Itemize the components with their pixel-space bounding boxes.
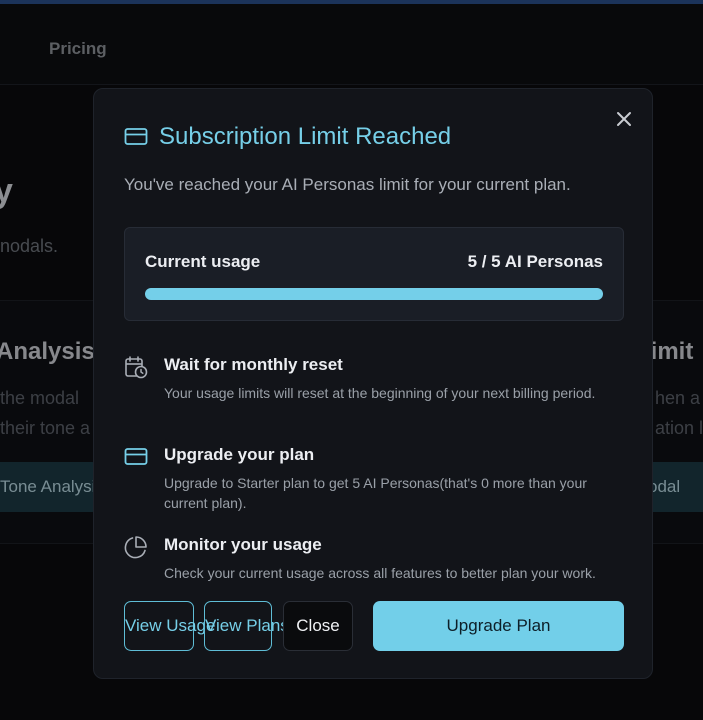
view-usage-label: View Usage xyxy=(125,616,216,635)
modal-title: Subscription Limit Reached xyxy=(159,123,452,150)
upgrade-plan-button[interactable]: Upgrade Plan xyxy=(373,601,624,651)
view-plans-label: View Plans xyxy=(205,616,289,635)
close-button[interactable]: Close xyxy=(283,601,353,651)
modal-header: Subscription Limit Reached xyxy=(124,123,451,151)
option-title: Wait for monthly reset xyxy=(164,355,343,374)
current-usage-card: Current usage 5 / 5 AI Personas xyxy=(124,227,624,321)
view-usage-button[interactable]: View Usage xyxy=(124,601,215,651)
option-description: Check your current usage across all feat… xyxy=(164,565,596,581)
usage-label: Current usage xyxy=(145,252,261,271)
option-description: Your usage limits will reset at the begi… xyxy=(164,385,596,401)
option-title: Upgrade your plan xyxy=(164,445,315,464)
close-icon[interactable] xyxy=(614,109,634,129)
usage-value: 5 / 5 AI Personas xyxy=(467,252,603,271)
option-title: Monitor your usage xyxy=(164,535,322,554)
subscription-limit-modal: Subscription Limit Reached You've reache… xyxy=(93,88,653,679)
usage-progress-fill xyxy=(145,288,603,300)
credit-card-icon xyxy=(124,448,148,465)
view-plans-button[interactable]: View Plans xyxy=(204,601,289,651)
modal-subtitle: You've reached your AI Personas limit fo… xyxy=(124,175,571,194)
pie-chart-icon xyxy=(124,536,147,559)
usage-progress-bar xyxy=(145,288,603,300)
credit-card-icon xyxy=(124,128,148,145)
option-description: Upgrade to Starter plan to get 5 AI Pers… xyxy=(164,475,587,511)
calendar-clock-icon xyxy=(125,356,148,379)
